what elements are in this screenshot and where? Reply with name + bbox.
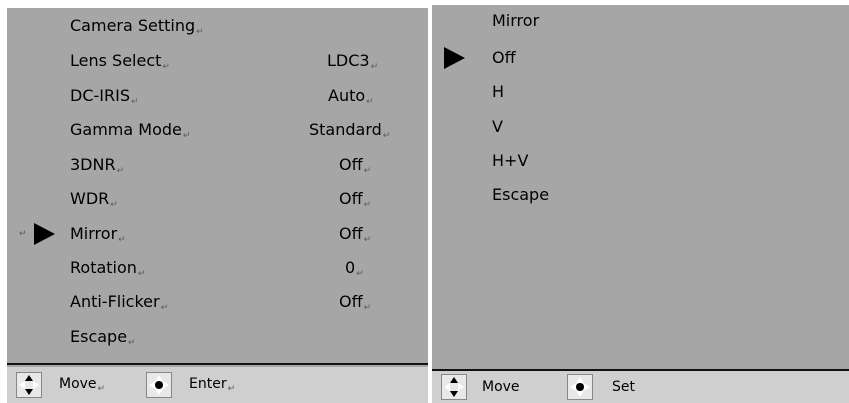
submenu-option-v[interactable]: V: [432, 112, 849, 142]
menu-item-label: Lens Select: [70, 51, 162, 70]
menu-item-value: Standard: [309, 120, 382, 139]
menu-item-3dnr[interactable]: 3DNR↵ Off↵: [7, 150, 428, 180]
return-mark-icon: ↵: [160, 303, 169, 313]
submenu-option-label: H+V: [492, 151, 529, 170]
menu-item-mirror[interactable]: ↵ Mirror↵ Off↵: [7, 219, 428, 249]
return-mark-icon: ↵: [382, 131, 391, 141]
submenu-title: Mirror: [492, 11, 540, 30]
menu-item-label: 3DNR: [70, 155, 116, 174]
return-mark-icon: ↵: [366, 97, 374, 107]
footer-move-label: Move: [482, 379, 520, 395]
menu-item-label: WDR: [70, 189, 110, 208]
menu-item-wdr[interactable]: WDR↵ Off↵: [7, 184, 428, 214]
submenu-option-off[interactable]: Off: [432, 43, 849, 73]
menu-footer: Move↵ Enter↵: [7, 367, 428, 403]
return-mark-icon: ↵: [363, 303, 372, 313]
submenu-option-label: Escape: [492, 185, 550, 204]
menu-divider: [7, 363, 428, 365]
footer-set-label: Set: [612, 379, 635, 395]
menu-item-anti-flicker[interactable]: Anti-Flicker↵ Off↵: [7, 287, 428, 317]
dpad-up-down-icon: [441, 374, 467, 400]
return-mark-icon: ↵: [130, 97, 139, 107]
menu-item-label: Escape: [70, 327, 128, 346]
return-mark-icon: ↵: [227, 384, 236, 394]
menu-item-value: LDC3: [327, 51, 370, 70]
submenu-option-label: Off: [492, 48, 516, 67]
menu-item-value: Off: [339, 155, 363, 174]
return-mark-icon: ↵: [370, 62, 379, 72]
submenu-footer: Move Set: [432, 371, 849, 403]
submenu-option-h-v[interactable]: H+V: [432, 146, 849, 176]
menu-item-label: Anti-Flicker: [70, 292, 160, 311]
return-mark-icon: ↵: [118, 235, 126, 245]
return-mark-icon: ↵: [137, 269, 146, 279]
return-mark-icon: ↵: [116, 166, 125, 176]
selection-pointer-icon: [444, 47, 465, 69]
return-mark-icon: ↵: [182, 131, 191, 141]
menu-item-label: Gamma Mode: [70, 120, 182, 139]
menu-item-label: Rotation: [70, 258, 137, 277]
return-mark-icon: ↵: [128, 338, 136, 348]
menu-item-value: 0: [345, 258, 356, 277]
return-mark-icon: ↵: [363, 200, 372, 210]
mirror-submenu-panel: Mirror Off H V H+V Escape Move Set: [432, 5, 849, 403]
return-mark-icon: ↵: [162, 62, 170, 72]
dpad-up-down-icon: [16, 372, 42, 398]
return-mark-icon: ↵: [363, 166, 372, 176]
submenu-option-label: H: [492, 82, 505, 101]
menu-item-value: Off: [339, 292, 363, 311]
menu-item-value: Off: [339, 224, 363, 243]
menu-item-label: DC-IRIS: [70, 86, 130, 105]
return-mark-icon: ↵: [110, 200, 118, 210]
menu-item-rotation[interactable]: Rotation↵ 0↵: [7, 253, 428, 283]
selection-pointer-icon: [34, 223, 55, 245]
footer-enter-label: Enter: [189, 376, 227, 392]
menu-item-dc-iris[interactable]: DC-IRIS↵ Auto↵: [7, 81, 428, 111]
menu-item-value: Off: [339, 189, 363, 208]
menu-item-label: Mirror: [70, 224, 118, 243]
menu-item-lens-select[interactable]: Lens Select↵ LDC3↵: [7, 46, 428, 76]
submenu-option-label: V: [492, 117, 503, 136]
menu-title-row: Camera Setting↵: [7, 11, 428, 41]
submenu-option-h[interactable]: H: [432, 77, 849, 107]
menu-item-gamma-mode[interactable]: Gamma Mode↵ Standard↵: [7, 115, 428, 145]
menu-item-escape[interactable]: Escape↵: [7, 322, 428, 352]
return-mark-icon: ↵: [97, 384, 106, 394]
return-mark-icon: ↵: [196, 27, 204, 37]
dpad-center-icon: [146, 372, 172, 398]
return-mark-icon: ↵: [19, 229, 27, 239]
return-mark-icon: ↵: [356, 269, 364, 279]
footer-move-label: Move: [59, 376, 97, 392]
submenu-title-row: Mirror: [432, 6, 849, 36]
camera-setting-panel: Camera Setting↵ Lens Select↵ LDC3↵ DC-IR…: [7, 8, 428, 403]
submenu-option-escape[interactable]: Escape: [432, 180, 849, 210]
dpad-center-icon: [567, 374, 593, 400]
menu-title: Camera Setting↵: [70, 16, 204, 37]
menu-item-value: Auto: [328, 86, 366, 105]
return-mark-icon: ↵: [363, 235, 372, 245]
